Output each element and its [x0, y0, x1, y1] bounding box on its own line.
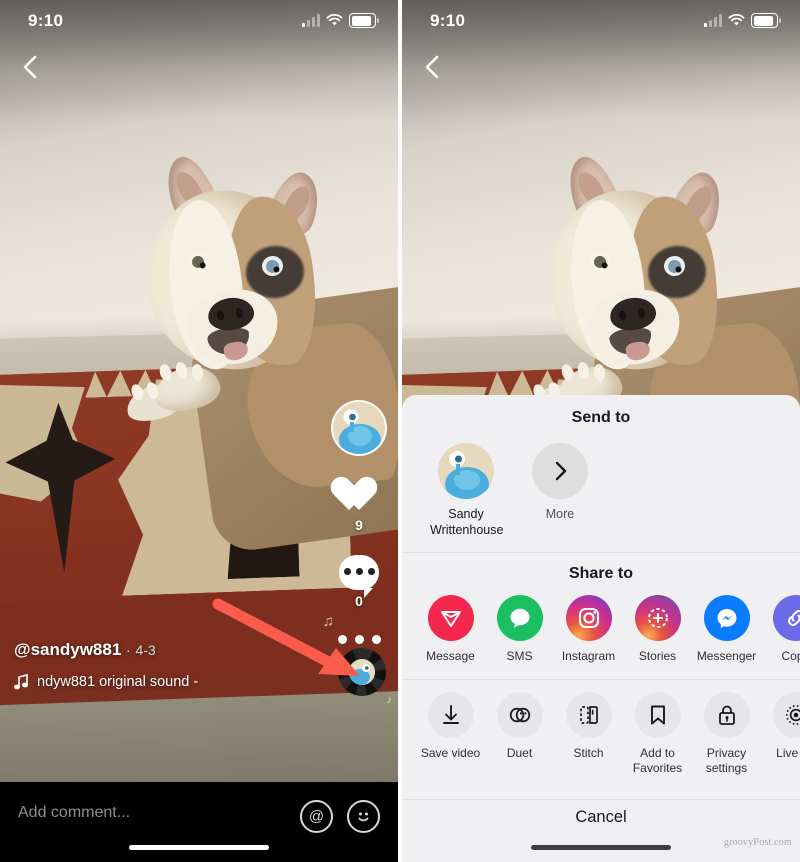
action-privacy-settings[interactable]: Privacy settings — [692, 691, 761, 777]
wifi-icon — [326, 14, 343, 26]
status-time: 9:10 — [28, 11, 64, 30]
action-live-photo[interactable]: Live ph — [761, 691, 800, 777]
chevron-right-icon — [532, 443, 588, 499]
battery-icon — [751, 13, 781, 28]
phone-screen-share-sheet: 9:10 Send to Sandy Writtenhouse More Sha… — [402, 0, 800, 862]
action-stitch[interactable]: Stitch — [554, 691, 623, 777]
share-to-title: Share to — [568, 565, 633, 583]
back-chevron-icon[interactable] — [14, 50, 48, 84]
battery-icon — [349, 13, 379, 28]
copy-link-icon — [772, 595, 800, 642]
emoji-smiley-icon[interactable] — [347, 800, 380, 833]
share-option-label: Stories — [638, 649, 677, 664]
comment-bubble-icon — [339, 555, 379, 598]
dog-subject — [120, 150, 398, 494]
live-photo-icon — [772, 691, 800, 738]
caption-separator: · — [126, 642, 131, 658]
at-mention-icon[interactable]: @ — [300, 800, 333, 833]
status-bar: 9:10 — [402, 0, 800, 44]
signal-bars-icon — [704, 14, 722, 27]
status-time: 9:10 — [430, 11, 466, 30]
share-option-label: Message — [426, 649, 475, 664]
share-option-sms[interactable]: SMS — [485, 595, 554, 665]
action-add-to-favorites[interactable]: Add to Favorites — [623, 691, 692, 777]
action-label: Add to Favorites — [632, 745, 683, 776]
download-arrow-icon — [427, 691, 474, 738]
share-option-label: Instagram — [561, 649, 616, 664]
share-option-messenger[interactable]: Messenger — [692, 595, 761, 665]
send-to-title: Send to — [571, 409, 631, 426]
contact-avatar — [438, 443, 494, 499]
caption-date: 4-3 — [135, 642, 156, 658]
share-sheet: Send to Sandy Writtenhouse More Share to… — [402, 395, 800, 862]
like-count: 9 — [355, 517, 363, 533]
panel-divider — [398, 0, 402, 862]
share-option-label: Messenger — [696, 649, 757, 664]
watermark: groovyPost.com — [723, 837, 792, 848]
action-label: Save video — [420, 745, 481, 760]
action-save-video[interactable]: Save video — [416, 691, 485, 777]
share-to-row: Message SMS Instagram Stories Messenger … — [402, 583, 800, 665]
send-to-more-button[interactable]: More — [524, 443, 596, 538]
actions-row: Save video Duet Stitch Add to Favorites … — [402, 680, 800, 777]
tiktok-message-icon — [427, 595, 474, 642]
more-label: More — [545, 507, 575, 521]
comment-bar: Add comment... @ — [0, 782, 398, 862]
action-label: Privacy settings — [705, 745, 748, 776]
heart-icon — [339, 478, 379, 514]
music-text: ndyw881 original sound - — [37, 674, 199, 690]
screenshot-stage: 9:10 9 0 @sandyw881 · 4-3 ndyw881 origin… — [0, 0, 800, 862]
home-indicator — [531, 845, 671, 850]
share-option-copy-link[interactable]: Copy — [761, 595, 800, 665]
cancel-button[interactable]: Cancel — [402, 800, 800, 862]
bookmark-icon — [634, 691, 681, 738]
action-duet[interactable]: Duet — [485, 691, 554, 777]
instagram-stories-icon — [634, 595, 681, 642]
like-button[interactable]: 9 — [330, 478, 388, 533]
cancel-label: Cancel — [575, 808, 627, 826]
messenger-icon — [703, 595, 750, 642]
share-option-stories[interactable]: Stories — [623, 595, 692, 665]
share-option-message[interactable]: Message — [416, 595, 485, 665]
signal-bars-icon — [302, 14, 320, 27]
floating-note-icon-3: ♪ — [386, 694, 393, 706]
video-player[interactable]: 9:10 9 0 @sandyw881 · 4-3 ndyw881 origin… — [0, 0, 398, 782]
red-arrow-icon — [212, 598, 372, 684]
instagram-icon — [565, 595, 612, 642]
stitch-icon — [565, 691, 612, 738]
action-label: Live ph — [776, 745, 800, 760]
caption-username: @sandyw881 — [14, 640, 122, 659]
send-to-row: Sandy Writtenhouse More — [402, 427, 800, 538]
action-label: Stitch — [573, 745, 604, 760]
wifi-icon — [728, 14, 745, 26]
comment-input[interactable]: Add comment... — [18, 804, 130, 822]
home-indicator — [129, 845, 269, 850]
share-option-instagram[interactable]: Instagram — [554, 595, 623, 665]
send-to-contact[interactable]: Sandy Writtenhouse — [430, 443, 504, 538]
back-chevron-icon[interactable] — [416, 50, 450, 84]
status-bar: 9:10 — [0, 0, 398, 44]
contact-name: Sandy Writtenhouse — [430, 507, 504, 537]
creator-avatar[interactable] — [331, 400, 387, 456]
action-label: Duet — [506, 745, 533, 760]
lock-icon — [703, 691, 750, 738]
sms-bubble-icon — [496, 595, 543, 642]
music-note-icon — [14, 674, 28, 690]
share-option-label: Copy — [781, 649, 800, 664]
share-option-label: SMS — [506, 649, 533, 664]
phone-screen-video: 9:10 9 0 @sandyw881 · 4-3 ndyw881 origin… — [0, 0, 398, 862]
duet-circles-icon — [496, 691, 543, 738]
